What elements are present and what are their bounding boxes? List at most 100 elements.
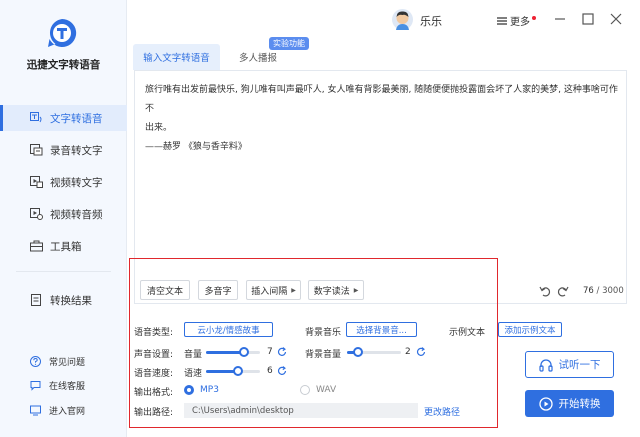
sidebar-item-video-to-audio[interactable]: 视频转音频 (0, 201, 127, 227)
slider-knob[interactable] (233, 366, 244, 376)
question-icon (30, 355, 41, 367)
sound-settings-label: 声音设置: (134, 350, 174, 360)
polyphone-label: 多音字 (204, 286, 232, 297)
output-path-field[interactable]: C:\Users\admin\desktop (184, 403, 418, 418)
add-sample-text-button[interactable]: 添加示例文本 (498, 322, 562, 337)
volume-label: 音量 (184, 350, 203, 360)
bg-volume-value: 2 (405, 347, 411, 357)
caret-right-icon: ▶ (353, 286, 359, 294)
website-label: 进入官网 (49, 406, 86, 417)
more-label: 更多 (510, 17, 530, 28)
result-icon (31, 294, 41, 306)
experimental-badge: 实验功能 (269, 37, 309, 50)
insert-pause-label: 插入间隔 (251, 286, 288, 297)
minimize-icon[interactable] (553, 12, 567, 26)
sidebar-item-record-to-text[interactable]: 录音转文字 (0, 137, 127, 163)
sidebar: 迅捷文字转语音 文字转语音 录音转文字 视频转文字 视频转音频 工具箱 转换结果… (0, 0, 127, 437)
more-menu-button[interactable]: 更多 (497, 13, 536, 28)
start-convert-label: 开始转换 (558, 398, 601, 410)
clear-text-button[interactable]: 清空文本 (140, 280, 190, 300)
speed-slider[interactable] (206, 366, 260, 376)
tab-text-to-speech[interactable]: 输入文字转语音 (133, 44, 220, 70)
menu-icon (497, 16, 507, 25)
speed-sub-label: 语速 (184, 369, 203, 379)
faq-label: 常见问题 (49, 357, 86, 368)
format-wav-label[interactable]: WAV (316, 385, 336, 395)
number-read-button[interactable]: 数字读法 ▶ (308, 280, 364, 300)
bgm-label: 背景音乐 (305, 328, 342, 338)
output-path-label: 输出路径: (134, 408, 174, 418)
change-path-link[interactable]: 更改路径 (424, 405, 460, 418)
record-text-icon (30, 144, 43, 156)
output-format-label: 输出格式: (134, 388, 174, 398)
sidebar-item-label: 文字转语音 (50, 112, 103, 125)
video-audio-icon (30, 208, 43, 220)
clear-text-label: 清空文本 (147, 286, 184, 297)
avatar[interactable] (392, 9, 413, 30)
text-speech-icon (30, 112, 42, 123)
reset-bg-volume-icon[interactable] (416, 347, 426, 357)
sidebar-divider (16, 271, 111, 272)
volume-value: 7 (267, 347, 273, 357)
output-path-value: C:\Users\admin\desktop (192, 405, 294, 416)
reset-volume-icon[interactable] (277, 347, 287, 357)
maximize-icon[interactable] (581, 12, 595, 26)
sidebar-item-results[interactable]: 转换结果 (0, 287, 127, 313)
redo-icon[interactable] (557, 285, 569, 297)
bg-volume-label: 背景音量 (305, 350, 342, 360)
headphones-icon (538, 358, 553, 372)
sidebar-item-video-to-text[interactable]: 视频转文字 (0, 169, 127, 195)
try-listen-button[interactable]: 试听一下 (525, 351, 614, 378)
video-text-icon (30, 176, 43, 188)
faq-link[interactable]: 常见问题 (0, 352, 127, 370)
char-limit: / 3000 (596, 286, 624, 296)
caret-right-icon: ▶ (291, 286, 296, 294)
format-wav-radio[interactable] (300, 385, 310, 395)
sidebar-item-label: 视频转音频 (50, 208, 103, 221)
format-mp3-radio[interactable] (184, 385, 194, 395)
editor-line: 出来。 (145, 123, 173, 133)
voice-type-label: 语音类型: (134, 328, 174, 338)
speed-label: 语音速度: (134, 369, 174, 379)
bg-volume-slider[interactable] (347, 347, 401, 357)
sidebar-item-label: 录音转文字 (50, 144, 103, 157)
char-counter: 76 / 3000 (583, 286, 624, 296)
bgm-select-button[interactable]: 选择背景音... (346, 322, 417, 337)
website-icon (30, 405, 41, 415)
sidebar-item-label: 转换结果 (50, 294, 92, 307)
play-circle-icon (538, 396, 553, 411)
editor-line: ——赫罗 《狼与香辛料》 (145, 142, 247, 152)
toolbox-icon (30, 240, 43, 252)
insert-pause-button[interactable]: 插入间隔 ▶ (246, 280, 301, 300)
text-editor[interactable]: 旅行唯有出发前最快乐, 狗儿唯有叫声最吓人, 女人唯有背影最美丽, 随随便便抛投… (134, 70, 627, 304)
slider-knob[interactable] (352, 347, 363, 357)
app-logo-icon (48, 18, 77, 47)
sidebar-item-text-to-speech[interactable]: 文字转语音 (0, 105, 127, 131)
username[interactable]: 乐乐 (420, 13, 442, 29)
editor-content[interactable]: 旅行唯有出发前最快乐, 狗儿唯有叫声最吓人, 女人唯有背影最美丽, 随随便便抛投… (145, 81, 620, 157)
online-service-link[interactable]: 在线客服 (0, 376, 127, 394)
char-count: 76 (583, 286, 594, 296)
format-mp3-label[interactable]: MP3 (200, 385, 219, 395)
start-convert-button[interactable]: 开始转换 (525, 390, 614, 417)
app-title: 迅捷文字转语音 (26, 59, 101, 71)
sidebar-item-toolbox[interactable]: 工具箱 (0, 233, 127, 259)
reset-speed-icon[interactable] (277, 366, 287, 376)
website-link[interactable]: 进入官网 (0, 401, 127, 419)
notification-dot (532, 15, 536, 20)
slider-knob[interactable] (238, 347, 249, 357)
close-icon[interactable] (609, 12, 623, 26)
sidebar-item-label: 工具箱 (50, 240, 82, 253)
volume-slider[interactable] (206, 347, 260, 357)
number-read-label: 数字读法 (313, 286, 350, 297)
speed-value: 6 (267, 366, 273, 376)
voice-type-button[interactable]: 云小龙/情感故事 (184, 322, 273, 337)
chat-icon (30, 380, 41, 391)
undo-icon[interactable] (539, 285, 551, 297)
polyphone-button[interactable]: 多音字 (198, 280, 238, 300)
sidebar-item-label: 视频转文字 (50, 176, 103, 189)
sample-text-label: 示例文本 (449, 328, 486, 338)
try-listen-label: 试听一下 (558, 359, 601, 371)
online-service-label: 在线客服 (49, 381, 86, 392)
editor-line: 旅行唯有出发前最快乐, 狗儿唯有叫声最吓人, 女人唯有背影最美丽, 随随便便抛投… (145, 85, 618, 114)
